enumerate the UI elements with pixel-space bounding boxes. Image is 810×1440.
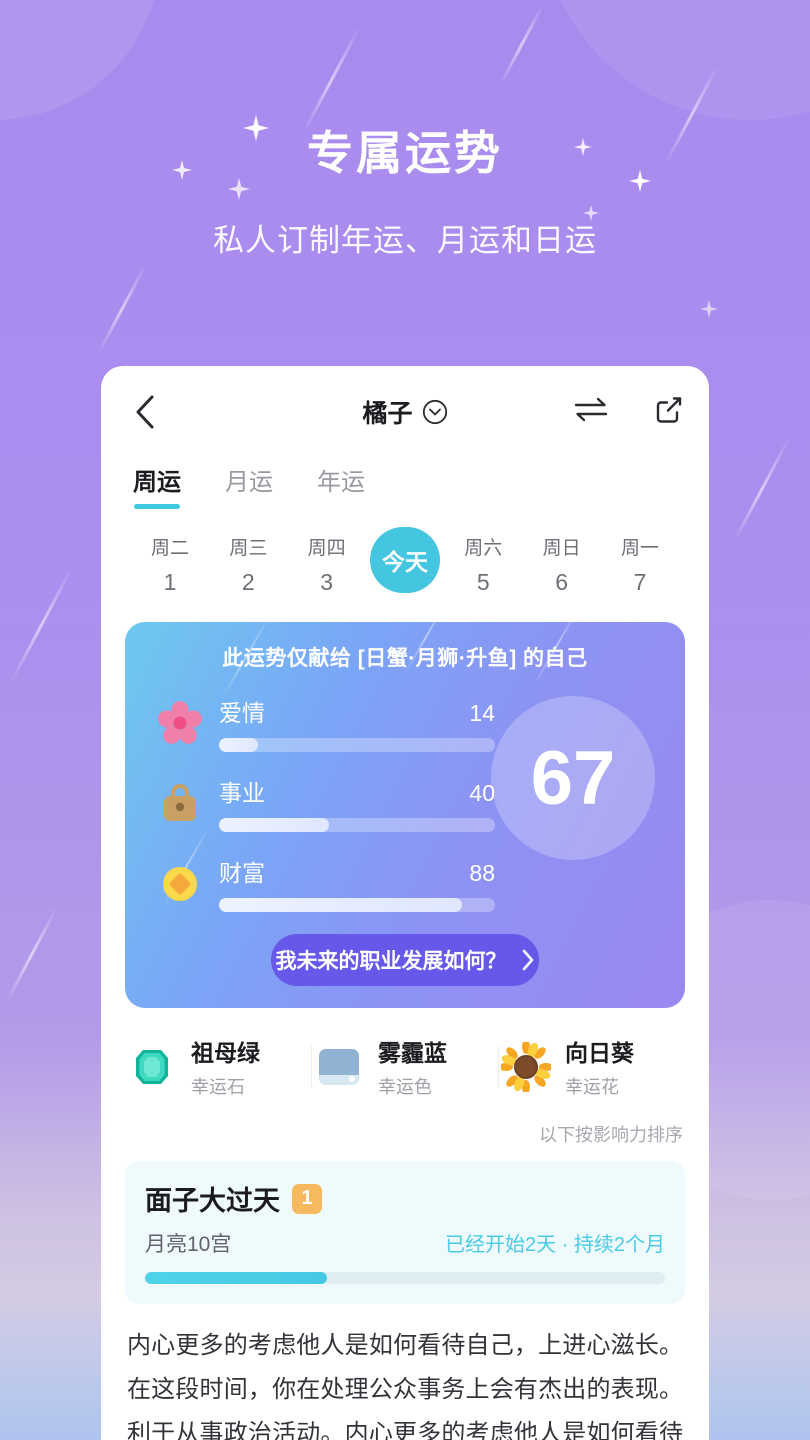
transit-title: 面子大过天 xyxy=(145,1186,280,1216)
sunflower-icon xyxy=(499,1039,553,1094)
emerald-gem-icon xyxy=(127,1042,177,1092)
transit-progress-bar xyxy=(145,1272,665,1284)
tab-year[interactable]: 年运 xyxy=(317,462,365,509)
briefcase-icon xyxy=(157,780,203,826)
lucky-name: 祖母绿 xyxy=(191,1040,260,1066)
chevron-down-circle-icon xyxy=(422,399,447,425)
day-item[interactable]: 周日 6 xyxy=(527,533,597,596)
navbar: 橘子 xyxy=(101,366,709,458)
day-item[interactable]: 周三 2 xyxy=(213,533,283,596)
lucky-name: 向日葵 xyxy=(565,1040,634,1066)
day-item[interactable]: 周四 3 xyxy=(292,533,362,596)
swap-button[interactable] xyxy=(573,396,609,429)
decorative-streak xyxy=(499,4,544,86)
day-number: 1 xyxy=(163,569,177,595)
color-swatch-icon xyxy=(314,1042,364,1092)
decorative-streak xyxy=(732,436,791,544)
promo-subtitle: 私人订制年运、月运和日运 xyxy=(213,222,597,258)
day-selector: 周二 1 周三 2 周四 3 今天 周六 5 周日 6 周一 7 xyxy=(101,509,709,596)
decorative-blob xyxy=(0,0,160,120)
lucky-item-flower: 向日葵 幸运花 xyxy=(499,1034,683,1099)
day-number: 3 xyxy=(320,569,334,595)
day-number: 6 xyxy=(555,569,569,595)
flower-icon xyxy=(157,700,203,746)
swap-arrows-icon xyxy=(574,397,608,422)
lucky-name: 雾霾蓝 xyxy=(378,1040,447,1066)
lucky-label: 幸运花 xyxy=(565,1077,619,1097)
decorative-streak xyxy=(302,26,361,134)
lucky-item-stone: 祖母绿 幸运石 xyxy=(127,1034,309,1099)
decorative-blob xyxy=(540,0,810,120)
day-item[interactable]: 周二 1 xyxy=(135,533,205,596)
period-tabs: 周运 月运 年运 xyxy=(101,462,709,509)
stat-label: 爱情 xyxy=(219,700,265,726)
lucky-label: 幸运石 xyxy=(191,1077,245,1097)
navbar-actions xyxy=(573,394,685,431)
day-weekday: 周三 xyxy=(229,538,268,559)
transit-duration: 已经开始2天 · 持续2个月 xyxy=(444,1234,665,1256)
transit-house: 月亮10宫 xyxy=(145,1233,232,1256)
day-weekday: 周二 xyxy=(150,538,189,559)
stat-row-wealth: 财富 88 xyxy=(157,854,685,912)
stat-progress-bar xyxy=(219,818,495,832)
transit-header: 面子大过天 1 xyxy=(145,1179,665,1218)
day-item-today-selected[interactable]: 今天 xyxy=(369,527,440,593)
stat-list: 爱情 14 事业 40 财富 88 xyxy=(125,672,685,912)
ask-question-button[interactable]: 我未来的职业发展如何？ xyxy=(271,934,539,986)
fortune-summary-card: 此运势仅献给 [日蟹·月狮·升鱼] 的自己 67 爱情 14 事业 40 财富 … xyxy=(125,622,685,1008)
coin-icon xyxy=(157,860,203,906)
stat-label: 财富 xyxy=(219,860,265,886)
stat-progress-bar xyxy=(219,898,495,912)
transit-rank-badge: 1 xyxy=(292,1183,322,1214)
day-weekday: 周四 xyxy=(307,538,346,559)
stat-row-love: 爱情 14 xyxy=(157,694,685,752)
decorative-streak xyxy=(9,566,74,684)
sparkle-icon xyxy=(700,300,718,318)
promo-headline: 专属运势 私人订制年运、月运和日运 xyxy=(0,128,810,260)
day-item[interactable]: 周六 5 xyxy=(448,533,518,596)
lucky-items-row: 祖母绿 幸运石 雾霾蓝 幸运色 向日葵 幸运花 xyxy=(101,1008,709,1099)
day-weekday: 周六 xyxy=(464,538,503,559)
chevron-right-icon xyxy=(522,949,533,971)
sort-note: 以下按影响力排序 xyxy=(539,1125,683,1145)
tab-week[interactable]: 周运 xyxy=(133,462,181,509)
description-text: 内心更多的考虑他人是如何看待自己，上进心滋长。在这段时间，你在处理公众事务上会有… xyxy=(127,1332,683,1440)
share-external-icon xyxy=(656,397,682,423)
stat-value: 88 xyxy=(469,860,495,886)
divider xyxy=(498,1045,499,1088)
ask-question-label: 我未来的职业发展如何？ xyxy=(275,950,507,973)
decorative-streak xyxy=(4,905,59,1005)
stat-row-career: 事业 40 xyxy=(157,774,685,832)
transit-card[interactable]: 面子大过天 1 月亮10宫 已经开始2天 · 持续2个月 xyxy=(125,1161,685,1304)
day-number: 7 xyxy=(633,569,647,595)
decorative-streak xyxy=(96,265,147,355)
transit-meta: 月亮10宫 已经开始2天 · 持续2个月 xyxy=(145,1228,665,1258)
profile-name: 橘子 xyxy=(362,400,413,428)
lucky-item-color: 雾霾蓝 幸运色 xyxy=(314,1034,496,1099)
fortune-dedication: 此运势仅献给 [日蟹·月狮·升鱼] 的自己 xyxy=(222,647,588,670)
day-weekday: 周一 xyxy=(620,538,659,559)
share-button[interactable] xyxy=(653,394,685,431)
day-weekday: 周日 xyxy=(542,538,581,559)
transit-description: 内心更多的考虑他人是如何看待自己，上进心滋长。在这段时间，你在处理公众事务上会有… xyxy=(101,1304,709,1440)
lucky-label: 幸运色 xyxy=(378,1077,432,1097)
stat-label: 事业 xyxy=(219,780,265,806)
divider xyxy=(311,1045,312,1088)
tab-month[interactable]: 月运 xyxy=(225,462,273,509)
stat-value: 40 xyxy=(469,780,495,806)
day-number: 5 xyxy=(476,569,490,595)
stat-progress-bar xyxy=(219,738,495,752)
promo-title: 专属运势 xyxy=(307,127,503,179)
day-item[interactable]: 周一 7 xyxy=(605,533,675,596)
app-screen-card: 橘子 周运 月运 年运 周二 1 周三 2 周四 3 今天 周六 5 周日 6 … xyxy=(101,366,709,1440)
stat-value: 14 xyxy=(469,700,495,726)
day-number: 2 xyxy=(241,569,255,595)
